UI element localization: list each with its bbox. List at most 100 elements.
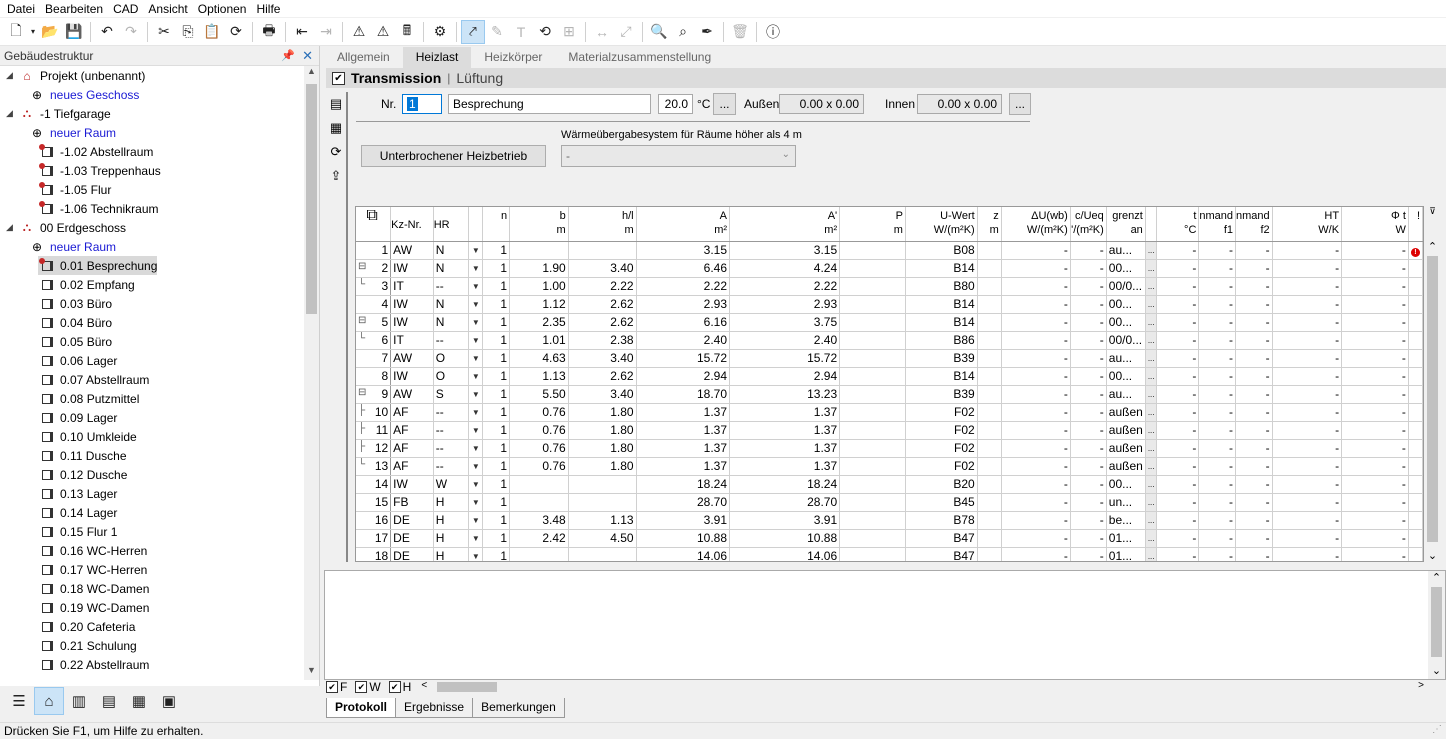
warning-cell[interactable] — [1408, 403, 1423, 422]
h-cell[interactable]: 2.62 — [568, 313, 637, 332]
u-value-cell[interactable]: B45 — [905, 493, 978, 512]
kz-cell[interactable]: IT — [390, 277, 434, 296]
ueq-cell[interactable]: - — [1070, 259, 1107, 278]
borders-cell[interactable]: 00... — [1106, 475, 1146, 494]
count-cell[interactable]: 1 — [482, 493, 511, 512]
log-horizontal-scrollbar[interactable]: < > — [419, 680, 1444, 694]
du-cell[interactable]: - — [1001, 331, 1071, 350]
u-value-cell[interactable]: B14 — [905, 313, 978, 332]
hr-cell[interactable]: -- — [433, 403, 470, 422]
f2-cell[interactable]: - — [1235, 331, 1273, 350]
borders-cell[interactable]: außen — [1106, 457, 1146, 476]
row-number-cell[interactable]: 8 — [356, 367, 392, 386]
kz-cell[interactable]: IW — [390, 259, 434, 278]
menu-item-3[interactable]: Ansicht — [143, 2, 192, 16]
scroll-thumb[interactable] — [1427, 256, 1438, 542]
z-cell[interactable] — [977, 259, 1002, 278]
a2-cell[interactable]: 2.94 — [729, 367, 841, 386]
ueq-cell[interactable]: - — [1070, 511, 1107, 530]
borders-more-button[interactable]: ... — [1145, 367, 1158, 386]
b-cell[interactable] — [509, 475, 569, 494]
borders-more-button[interactable]: ... — [1145, 349, 1158, 368]
section-subtitle[interactable]: Lüftung — [456, 70, 503, 86]
b-cell[interactable]: 1.00 — [509, 277, 569, 296]
paste-icon[interactable]: 📋 — [200, 20, 224, 44]
table-row[interactable]: ⊟ 2 IW N ▼ 1 1.90 3.40 6.46 4.24 B14- -00...... - - - -… — [356, 259, 1423, 278]
f2-cell[interactable]: - — [1235, 241, 1273, 260]
checkbox[interactable]: ✔ — [355, 681, 368, 693]
h-cell[interactable] — [568, 493, 637, 512]
phi-cell[interactable]: - — [1341, 457, 1409, 476]
tree-branch-icon[interactable]: └ — [358, 333, 365, 344]
warning-cell[interactable] — [1408, 313, 1423, 332]
hr-cell[interactable]: -- — [433, 457, 470, 476]
row-number-cell[interactable]: 7 — [356, 349, 392, 368]
borders-cell[interactable]: außen — [1106, 403, 1146, 422]
p-cell[interactable] — [839, 241, 906, 260]
f2-cell[interactable]: - — [1235, 493, 1273, 512]
borders-cell[interactable]: be... — [1106, 511, 1146, 530]
dropdown-arrow-icon[interactable]: ▼ — [468, 403, 484, 422]
h-cell[interactable]: 3.40 — [568, 349, 637, 368]
borders-cell[interactable]: 00... — [1106, 313, 1146, 332]
ueq-cell[interactable]: - — [1070, 367, 1107, 386]
hr-cell[interactable]: H — [433, 547, 470, 561]
scroll-down-icon[interactable]: ⌄ — [1424, 549, 1441, 562]
count-cell[interactable]: 1 — [482, 295, 511, 314]
hr-cell[interactable]: W — [433, 475, 470, 494]
phi-cell[interactable]: - — [1341, 331, 1409, 350]
column-header[interactable]: ΔU(wb) W/(m²K) — [1001, 207, 1071, 242]
phi-cell[interactable]: - — [1341, 439, 1409, 458]
measure-width-icon[interactable]: ↔ — [590, 20, 614, 44]
hr-cell[interactable]: -- — [433, 439, 470, 458]
scroll-up-icon[interactable]: ⌃ — [1424, 240, 1441, 253]
tab-3[interactable]: Materialzusammenstellung — [555, 47, 724, 68]
f2-cell[interactable]: - — [1235, 349, 1273, 368]
du-cell[interactable]: - — [1001, 475, 1071, 494]
interrupted-heating-button[interactable]: Unterbrochener Heizbetrieb — [361, 145, 546, 167]
f1-cell[interactable]: - — [1198, 349, 1237, 368]
borders-more-button[interactable]: ... — [1145, 421, 1158, 440]
tree-node[interactable]: -1.02 Abstellraum — [38, 142, 153, 161]
ueq-cell[interactable]: - — [1070, 547, 1107, 561]
borders-more-button[interactable]: ... — [1145, 511, 1158, 530]
p-cell[interactable] — [839, 349, 906, 368]
ueq-cell[interactable]: - — [1070, 385, 1107, 404]
ht-cell[interactable]: - — [1272, 511, 1343, 530]
checkbox[interactable]: ✔ — [326, 681, 338, 693]
borders-more-button[interactable]: ... — [1145, 331, 1158, 350]
b-cell[interactable]: 1.13 — [509, 367, 569, 386]
tree-node[interactable]: 0.14 Lager — [38, 503, 117, 522]
building-view-icon[interactable]: ⌂ — [34, 687, 64, 715]
document-view-icon[interactable]: ▤ — [94, 687, 124, 715]
borders-cell[interactable]: 00... — [1106, 295, 1146, 314]
zoom-icon[interactable]: 🔍 — [647, 20, 671, 44]
z-cell[interactable] — [977, 313, 1002, 332]
warning-cell[interactable] — [1408, 295, 1423, 314]
warning-cell[interactable] — [1408, 547, 1423, 561]
tree-node[interactable]: 0.10 Umkleide — [38, 427, 137, 446]
f1-cell[interactable]: - — [1198, 475, 1237, 494]
p-cell[interactable] — [839, 295, 906, 314]
menu-item-0[interactable]: Datei — [2, 2, 40, 16]
refresh-icon[interactable]: ⟳ — [224, 20, 248, 44]
a-cell[interactable]: 10.88 — [636, 529, 731, 548]
row-number-cell[interactable]: 15 — [356, 493, 392, 512]
ht-cell[interactable]: - — [1272, 547, 1343, 561]
eyedropper-icon[interactable]: ✒ — [695, 20, 719, 44]
hr-cell[interactable]: H — [433, 529, 470, 548]
system-select[interactable]: - ⌄ — [561, 145, 796, 167]
log-scrollbar[interactable]: ⌃ ⌄ — [1428, 571, 1445, 679]
phi-cell[interactable]: - — [1341, 349, 1409, 368]
t-cell[interactable]: - — [1156, 493, 1200, 512]
ht-cell[interactable]: - — [1272, 493, 1343, 512]
kz-cell[interactable]: IW — [390, 295, 434, 314]
borders-cell[interactable]: außen — [1106, 439, 1146, 458]
temperature-input[interactable]: 20.0 — [658, 94, 693, 114]
count-cell[interactable]: 1 — [482, 349, 511, 368]
warning-cell[interactable] — [1408, 439, 1423, 458]
count-cell[interactable]: 1 — [482, 439, 511, 458]
kz-cell[interactable]: IW — [390, 475, 434, 494]
scroll-down-icon[interactable]: ⌄ — [1428, 664, 1445, 677]
hr-cell[interactable]: -- — [433, 421, 470, 440]
